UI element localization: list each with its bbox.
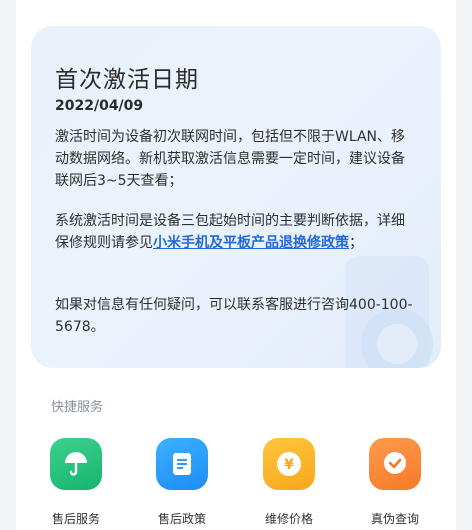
activation-info-card: 首次激活日期 2022/04/09 激活时间为设备初次联网时间，包括但不限于WL… [31, 26, 441, 368]
activation-note: 激活时间为设备初次联网时间，包括但不限于WLAN、移动数据网络。新机获取激活信息… [55, 129, 406, 189]
quick-services-title: 快捷服务 [51, 400, 104, 415]
authenticity-check-label: 真伪查询 [370, 512, 419, 526]
svg-text:¥: ¥ [284, 457, 294, 473]
repair-price-label: 维修价格 [264, 512, 313, 526]
after-sales-policy-label: 售后政策 [157, 512, 206, 526]
after-sales-service-button[interactable]: 售后服务 [36, 438, 116, 530]
warranty-note-end: ； [349, 235, 363, 251]
document-icon [156, 438, 208, 490]
contact-note: 如果对信息有任何疑问，可以联系客服进行咨询400-100-5678。 [55, 297, 413, 335]
after-sales-policy-button[interactable]: 售后政策 [142, 438, 222, 530]
activation-date: 2022/04/09 [55, 98, 144, 114]
verify-badge-icon [369, 438, 421, 490]
after-sales-service-label: 售后服务 [51, 512, 100, 526]
warranty-note: 系统激活时间是设备三包起始时间的主要判断依据，详细保修规则请参见小米手机及平板产… [55, 210, 415, 254]
yuan-coin-icon: ¥ [263, 438, 315, 490]
repair-price-button[interactable]: ¥ 维修价格 [249, 438, 329, 530]
return-policy-link[interactable]: 小米手机及平板产品退换修政策 [153, 235, 349, 251]
authenticity-check-button[interactable]: 真伪查询 [355, 438, 435, 530]
activation-title: 首次激活日期 [55, 67, 199, 93]
umbrella-icon [50, 438, 102, 490]
